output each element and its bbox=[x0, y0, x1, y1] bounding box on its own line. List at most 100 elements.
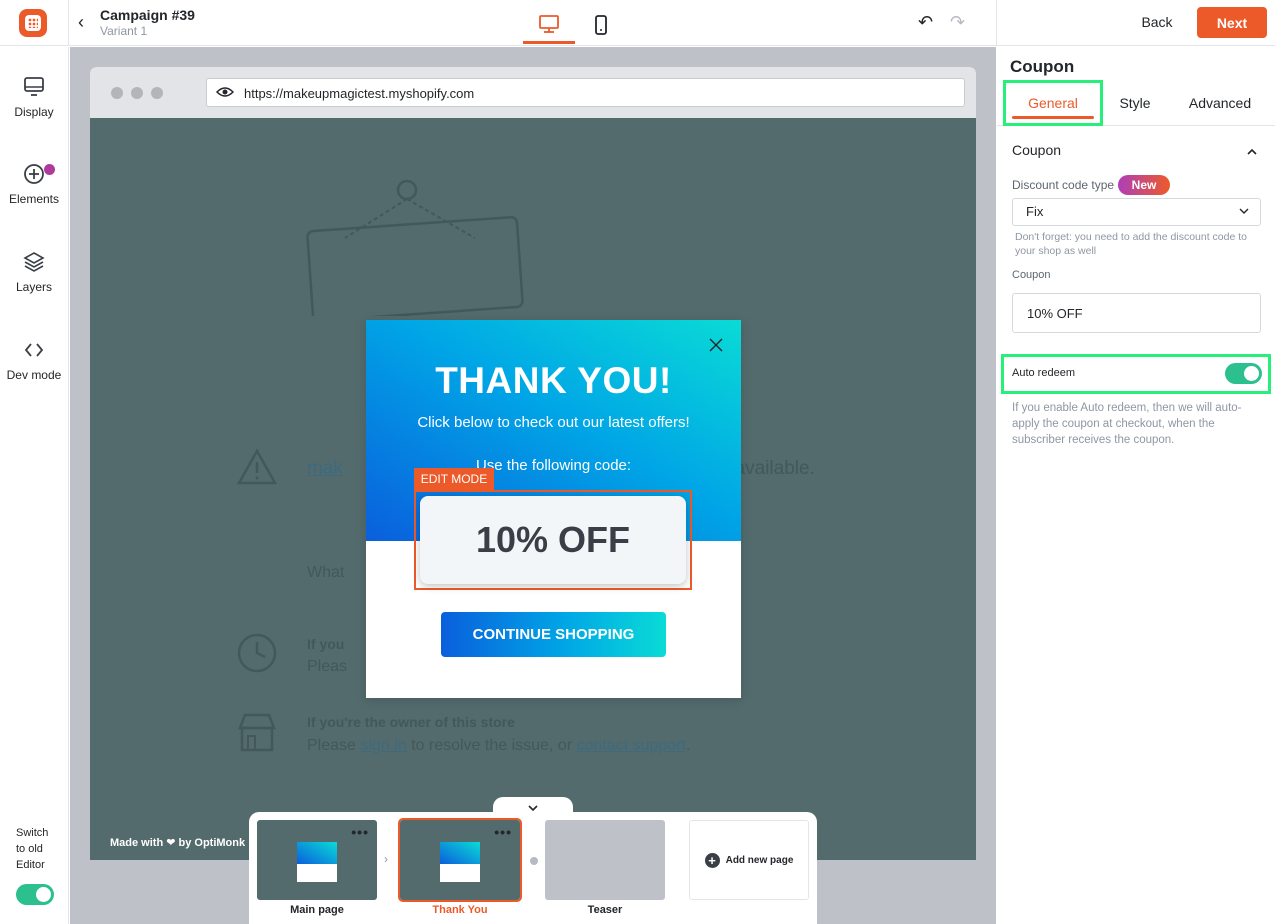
settings-panel: Coupon General Style Advanced Coupon Dis… bbox=[997, 47, 1275, 924]
made-with-optimonk: Made with ❤ by OptiMonk bbox=[110, 837, 246, 849]
auto-redeem-hint: If you enable Auto redeem, then we will … bbox=[1012, 402, 1242, 446]
tab-label: Advanced bbox=[1188, 95, 1252, 111]
mobile-preview-button[interactable] bbox=[575, 6, 627, 44]
browser-bar: https://makeupmagictest.myshopify.com bbox=[90, 67, 976, 118]
browser-preview: https://makeupmagictest.myshopify.com ma… bbox=[90, 67, 976, 860]
continue-shopping-button[interactable]: CONTINUE SHOPPING bbox=[441, 612, 666, 657]
page-thumb-popup bbox=[297, 842, 337, 882]
more-options-icon[interactable]: ••• bbox=[351, 824, 369, 840]
tab-label: Style bbox=[1119, 95, 1151, 111]
store-owner-line: Please sign in to resolve the issue, or … bbox=[307, 737, 690, 755]
sidebar-item-elements[interactable]: Elements bbox=[0, 162, 68, 206]
switch-old-editor-toggle[interactable] bbox=[16, 884, 54, 905]
switch-label-line: to old bbox=[16, 843, 43, 855]
coupon-element-selected[interactable]: 10% OFF bbox=[414, 490, 692, 590]
eye-icon bbox=[216, 87, 234, 97]
layers-icon bbox=[23, 252, 45, 272]
new-badge: New bbox=[1118, 175, 1170, 195]
store-owner-please: Please bbox=[307, 737, 361, 754]
desktop-icon bbox=[539, 14, 559, 33]
page-thumb-main[interactable]: ••• bbox=[257, 820, 377, 900]
discount-type-select[interactable]: Fix bbox=[1012, 198, 1261, 226]
code-icon bbox=[24, 343, 44, 357]
auto-redeem-toggle[interactable] bbox=[1225, 363, 1262, 384]
add-new-page-label: Add new page bbox=[725, 854, 794, 866]
discount-hint: Don't forget: you need to add the discou… bbox=[1015, 231, 1247, 257]
add-new-page-button[interactable]: + Add new page bbox=[689, 820, 809, 900]
next-button[interactable]: Next bbox=[1197, 7, 1267, 38]
tab-style[interactable]: Style bbox=[1105, 80, 1165, 126]
clock-icon bbox=[237, 633, 277, 673]
connector-dot bbox=[530, 857, 538, 865]
popup-title[interactable]: THANK YOU! bbox=[366, 360, 741, 402]
auto-redeem-row: Auto redeem bbox=[1001, 354, 1271, 394]
sidebar-item-display[interactable]: Display bbox=[0, 75, 68, 119]
panel-title: Coupon bbox=[1010, 57, 1075, 76]
page-thumb-label: Main page bbox=[290, 904, 344, 916]
store-if-you-text: If you bbox=[307, 636, 345, 652]
page-thumb-thank-you[interactable]: ••• bbox=[398, 818, 522, 902]
store-please-text: Pleas bbox=[307, 658, 348, 675]
tab-general[interactable]: General bbox=[1003, 80, 1103, 126]
url-text: https://makeupmagictest.myshopify.com bbox=[244, 86, 475, 101]
switch-label-line: Switch bbox=[16, 827, 49, 839]
sidebar-item-label: Elements bbox=[8, 192, 60, 206]
chevron-down-icon bbox=[528, 805, 538, 812]
store-sign-in-link: sign in bbox=[360, 737, 407, 754]
back-button[interactable]: Back bbox=[1128, 8, 1186, 36]
undo-icon[interactable]: ↶ bbox=[918, 12, 933, 33]
we-will-be-back-sign-icon bbox=[306, 179, 524, 316]
sidebar-item-label: Display bbox=[14, 105, 54, 119]
chevron-right-icon: › bbox=[384, 852, 388, 866]
close-icon[interactable] bbox=[707, 336, 725, 354]
left-sidebar: Display Elements Layers Dev mode Switch … bbox=[0, 47, 69, 924]
thank-you-popup[interactable]: THANK YOU! Click below to check out our … bbox=[366, 320, 741, 698]
plus-circle-icon bbox=[24, 164, 44, 184]
more-options-icon[interactable]: ••• bbox=[494, 824, 512, 840]
notification-dot bbox=[44, 164, 55, 175]
divider bbox=[68, 0, 69, 46]
switch-old-editor-label: Switch to old Editor bbox=[16, 825, 66, 873]
sidebar-item-layers[interactable]: Layers bbox=[0, 250, 68, 294]
coupon-code-box[interactable]: 10% OFF bbox=[420, 496, 686, 584]
sidebar-item-label: Dev mode bbox=[6, 368, 62, 382]
page-thumb-popup bbox=[440, 842, 480, 882]
chevron-left-icon[interactable]: ‹ bbox=[78, 12, 84, 33]
tab-label: General bbox=[1028, 95, 1078, 111]
store-resolve-text: to resolve the issue, or bbox=[406, 737, 577, 754]
auto-redeem-label: Auto redeem bbox=[1012, 367, 1075, 379]
popup-subtitle[interactable]: Click below to check out our latest offe… bbox=[366, 414, 741, 431]
tab-advanced[interactable]: Advanced bbox=[1177, 80, 1263, 126]
storefront-icon bbox=[238, 713, 276, 752]
optimonk-logo-icon[interactable] bbox=[19, 9, 47, 37]
store-link-text: mak bbox=[307, 458, 343, 479]
discount-type-label: Discount code type bbox=[1012, 178, 1115, 192]
pages-strip: ••• Main page › ••• Thank You Teaser + A… bbox=[249, 812, 817, 924]
store-what-text: What bbox=[307, 564, 345, 581]
discount-type-value: Fix bbox=[1026, 204, 1044, 219]
switch-label-line: Editor bbox=[16, 859, 45, 871]
variant-name: Variant 1 bbox=[100, 24, 148, 38]
mobile-icon bbox=[595, 15, 607, 35]
coupon-field-label: Coupon bbox=[1012, 269, 1051, 281]
url-bar[interactable]: https://makeupmagictest.myshopify.com bbox=[206, 78, 965, 107]
monitor-icon bbox=[24, 77, 44, 96]
window-dot bbox=[151, 87, 163, 99]
section-heading-coupon[interactable]: Coupon bbox=[1012, 142, 1061, 158]
top-bar: ‹ Campaign #39 Variant 1 ↶ ↷ Back Next bbox=[0, 0, 1275, 46]
store-period: . bbox=[685, 737, 691, 754]
coupon-input[interactable] bbox=[1012, 293, 1261, 333]
redo-icon[interactable]: ↷ bbox=[950, 12, 965, 33]
store-contact-link: contact support bbox=[576, 737, 686, 754]
chevron-up-icon[interactable] bbox=[1246, 146, 1258, 158]
panel-tabs: General Style Advanced bbox=[997, 80, 1275, 126]
editor-canvas: https://makeupmagictest.myshopify.com ma… bbox=[70, 47, 996, 924]
sidebar-item-label: Layers bbox=[15, 280, 53, 294]
store-owner-heading: If you're the owner of this store bbox=[307, 714, 515, 730]
plus-icon: + bbox=[704, 852, 720, 868]
window-dot bbox=[111, 87, 123, 99]
page-thumb-teaser[interactable] bbox=[545, 820, 665, 900]
divider bbox=[996, 0, 997, 46]
sidebar-item-dev-mode[interactable]: Dev mode bbox=[0, 338, 68, 382]
desktop-preview-button[interactable] bbox=[523, 6, 575, 44]
